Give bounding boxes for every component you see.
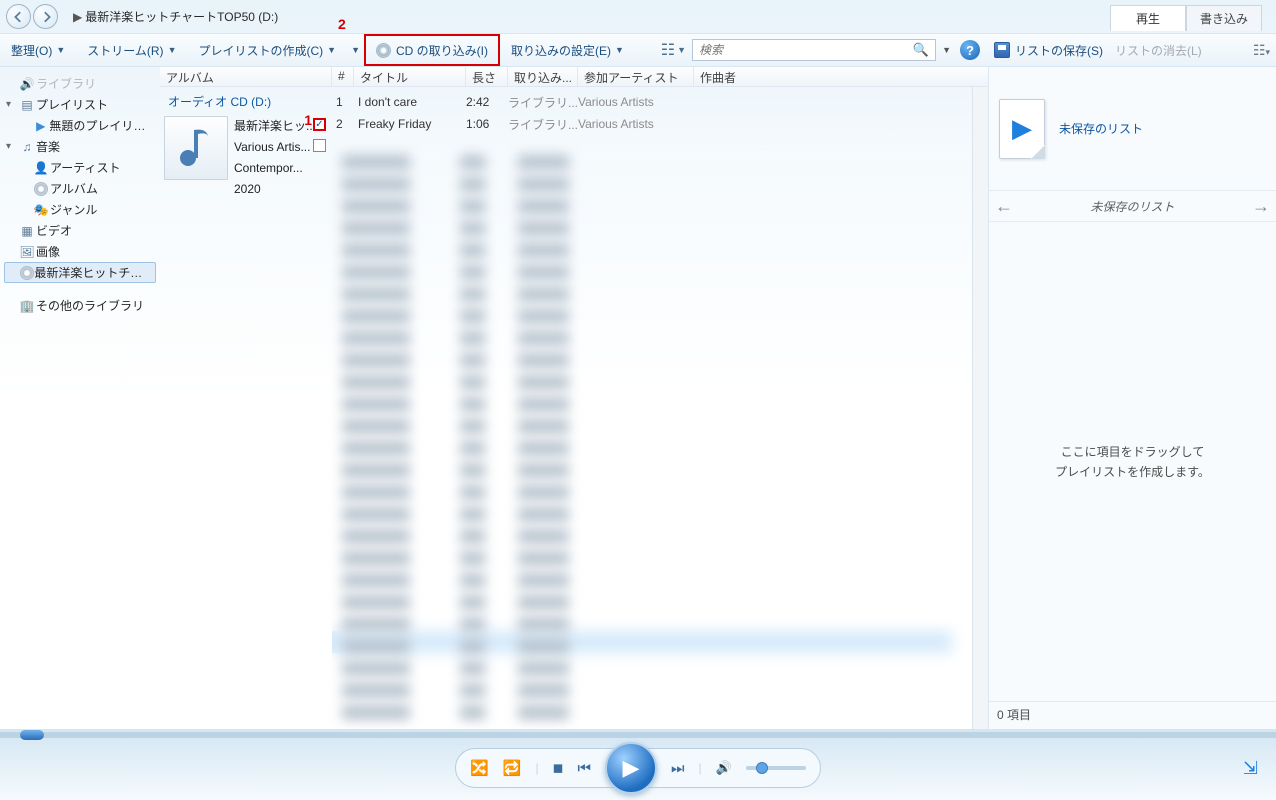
track-row[interactable]: 2Freaky Friday1:06ライブラリ...Various Artist… [332, 113, 988, 135]
column-headers: アルバム # タイトル 長さ 取り込み... 参加アーティスト 作曲者 [160, 67, 988, 87]
sidebar-item-other-libraries[interactable]: 🏢その他のライブラリ [4, 295, 156, 316]
breadcrumb[interactable]: ▶ 最新洋楽ヒットチャートTOP50 (D:) [70, 8, 1110, 25]
col-title[interactable]: タイトル [354, 67, 466, 86]
col-rip-status[interactable]: 取り込み... [508, 67, 578, 86]
search-field[interactable] [699, 43, 913, 57]
album-year[interactable]: 2020 [234, 179, 328, 200]
search-icon[interactable]: 🔍 [913, 42, 929, 58]
repeat-button[interactable]: 🔁 [503, 759, 522, 777]
album-metadata: 1 最新洋楽ヒッ... ✓ Various Artis... Contempor… [234, 116, 328, 200]
volume-slider[interactable] [746, 766, 806, 770]
sidebar-item-video[interactable]: ▦ビデオ [4, 220, 156, 241]
sidebar-item-playlist[interactable]: ▾▤プレイリスト [4, 94, 156, 115]
scrollbar[interactable] [972, 87, 988, 729]
cd-header: オーディオ CD (D:) [164, 91, 328, 112]
select-all-checkbox[interactable]: ✓ [313, 118, 326, 131]
volume-thumb[interactable] [756, 762, 768, 774]
rip-cd-button[interactable]: CD の取り込み(I) [364, 34, 500, 66]
tab-burn[interactable]: 書き込み [1186, 5, 1262, 31]
stream-menu[interactable]: ストリーム(R)▼ [76, 34, 187, 66]
organize-menu[interactable]: 整理(O)▼ [0, 34, 76, 66]
playlist-split-dropdown[interactable]: ▼ [347, 45, 364, 55]
prev-list-button[interactable]: ← [995, 196, 1013, 217]
unsaved-list-label: 未保存のリスト [1059, 120, 1143, 137]
shuffle-button[interactable]: 🔀 [470, 759, 489, 777]
player-bar: 🔀 🔁 | ◼ ⏮ ▶ ⏭ | 🔊 ⇲ [0, 729, 1276, 800]
sidebar-item-untitled-playlist[interactable]: ▶無題のプレイリスト [4, 115, 156, 136]
album-genre[interactable]: Contempor... [234, 158, 328, 179]
blurred-content: ████████████████████████████████████████… [332, 147, 988, 729]
col-artist[interactable]: 参加アーティスト [578, 67, 694, 86]
annotation-1: 1 [304, 110, 312, 131]
sidebar-item-artist[interactable]: 👤アーティスト [4, 157, 156, 178]
view-options-icon[interactable]: ☷ [661, 40, 675, 60]
switch-to-now-playing-button[interactable]: ⇲ [1243, 758, 1258, 779]
col-album[interactable]: アルバム [160, 67, 332, 86]
sidebar-item-library[interactable]: 🔊ライブラリ [4, 73, 156, 94]
track-row[interactable]: 1I don't care2:42ライブラリ...Various Artists [332, 91, 988, 113]
col-number[interactable]: # [332, 67, 354, 86]
rip-settings-menu[interactable]: 取り込みの設定(E)▼ [500, 34, 635, 66]
navigation-tree: 🔊ライブラリ ▾▤プレイリスト ▶無題のプレイリスト ▾♫音楽 👤アーティスト … [0, 67, 160, 729]
previous-button[interactable]: ⏮ [577, 760, 591, 777]
search-input[interactable]: 🔍 ▼ [692, 39, 936, 61]
next-list-button[interactable]: → [1252, 196, 1270, 217]
help-button[interactable]: ? [960, 40, 980, 60]
playlist-drop-zone[interactable]: ここに項目をドラッグして プレイリストを作成します。 [989, 221, 1276, 701]
annotation-2: 2 [338, 16, 346, 32]
breadcrumb-path: 最新洋楽ヒットチャートTOP50 (D:) [85, 8, 278, 25]
clear-list-button: リストの消去(L) [1115, 42, 1202, 59]
back-button[interactable] [6, 4, 31, 29]
col-composer[interactable]: 作曲者 [694, 67, 988, 86]
next-button[interactable]: ⏭ [671, 760, 685, 777]
sidebar-item-music[interactable]: ▾♫音楽 [4, 136, 156, 157]
play-button[interactable]: ▶ [605, 742, 657, 794]
playlist-item-count: 0 項目 [989, 701, 1276, 729]
stop-button[interactable]: ◼ [553, 760, 564, 776]
playlist-file-icon: ▶ [999, 99, 1045, 159]
sidebar-item-cd-drive[interactable]: 最新洋楽ヒットチャートT [4, 262, 156, 283]
create-playlist-menu[interactable]: プレイリストの作成(C)▼ [187, 34, 347, 66]
save-list-button[interactable]: リストの保存(S) [1015, 42, 1103, 59]
list-title: 未保存のリスト [1013, 198, 1252, 215]
tab-play[interactable]: 再生 [1110, 5, 1186, 31]
sidebar-item-album[interactable]: アルバム [4, 178, 156, 199]
album-art-icon [164, 116, 228, 180]
metadata-edit-button[interactable] [313, 139, 326, 152]
col-length[interactable]: 長さ [466, 67, 508, 86]
cd-icon [376, 43, 391, 58]
forward-button[interactable] [33, 4, 58, 29]
sidebar-item-picture[interactable]: 🖼画像 [4, 241, 156, 262]
save-icon [994, 42, 1010, 58]
playlist-panel: ▶ 未保存のリスト ← 未保存のリスト → ここに項目をドラッグして プレイリス… [988, 67, 1276, 729]
list-options-icon[interactable]: ☷▾ [1253, 42, 1270, 59]
mute-button[interactable]: 🔊 [716, 760, 732, 776]
sidebar-item-genre[interactable]: 🎭ジャンル [4, 199, 156, 220]
